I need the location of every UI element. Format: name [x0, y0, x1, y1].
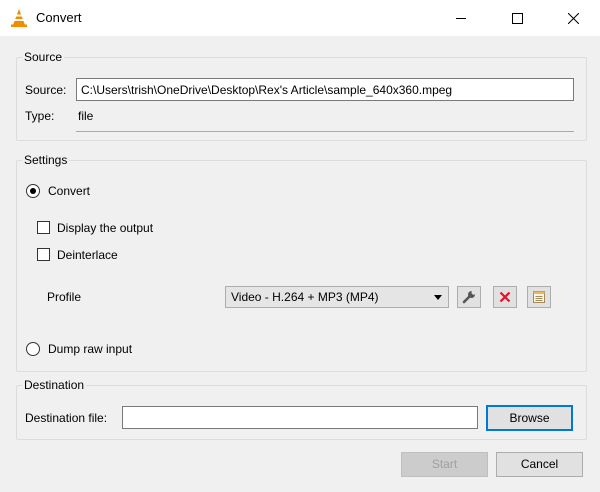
cancel-button[interactable]: Cancel: [496, 452, 583, 477]
profile-select-value: Video - H.264 + MP3 (MP4): [231, 290, 379, 304]
deinterlace-checkbox[interactable]: [37, 248, 50, 261]
minimize-icon: [456, 18, 466, 19]
type-value: file: [78, 109, 94, 123]
vlc-cone-icon: [10, 8, 28, 28]
new-profile-button[interactable]: [527, 286, 551, 308]
destination-file-label: Destination file:: [25, 411, 108, 425]
source-label: Source:: [25, 83, 67, 97]
profile-label: Profile: [47, 290, 82, 304]
dump-raw-radio[interactable]: [26, 342, 40, 356]
deinterlace-label[interactable]: Deinterlace: [57, 248, 118, 262]
browse-button[interactable]: Browse: [486, 405, 573, 431]
profile-select[interactable]: Video - H.264 + MP3 (MP4): [225, 286, 449, 308]
start-button[interactable]: Start: [401, 452, 488, 477]
source-separator: [76, 131, 574, 132]
wrench-icon: [462, 291, 475, 304]
minimize-button[interactable]: [438, 0, 484, 36]
destination-file-input[interactable]: [122, 406, 478, 429]
title-bar: Convert: [0, 0, 600, 36]
dump-raw-label[interactable]: Dump raw input: [48, 342, 132, 356]
delete-profile-button[interactable]: [493, 286, 517, 308]
maximize-button[interactable]: [494, 0, 540, 36]
source-input[interactable]: [76, 78, 574, 101]
settings-group-title: Settings: [22, 153, 70, 167]
delete-icon: [499, 291, 511, 303]
type-label: Type:: [25, 109, 55, 123]
close-icon: [567, 12, 579, 24]
display-output-label[interactable]: Display the output: [57, 221, 153, 235]
settings-group: [16, 160, 587, 372]
new-profile-icon: [533, 291, 545, 303]
convert-radio[interactable]: [26, 184, 40, 198]
display-output-checkbox[interactable]: [37, 221, 50, 234]
edit-profile-button[interactable]: [457, 286, 481, 308]
chevron-down-icon: [434, 295, 442, 300]
close-button[interactable]: [550, 0, 596, 36]
maximize-icon: [511, 12, 523, 24]
convert-label[interactable]: Convert: [48, 184, 90, 198]
source-group-title: Source: [22, 50, 65, 64]
window-title: Convert: [36, 10, 82, 25]
destination-group-title: Destination: [22, 378, 87, 392]
